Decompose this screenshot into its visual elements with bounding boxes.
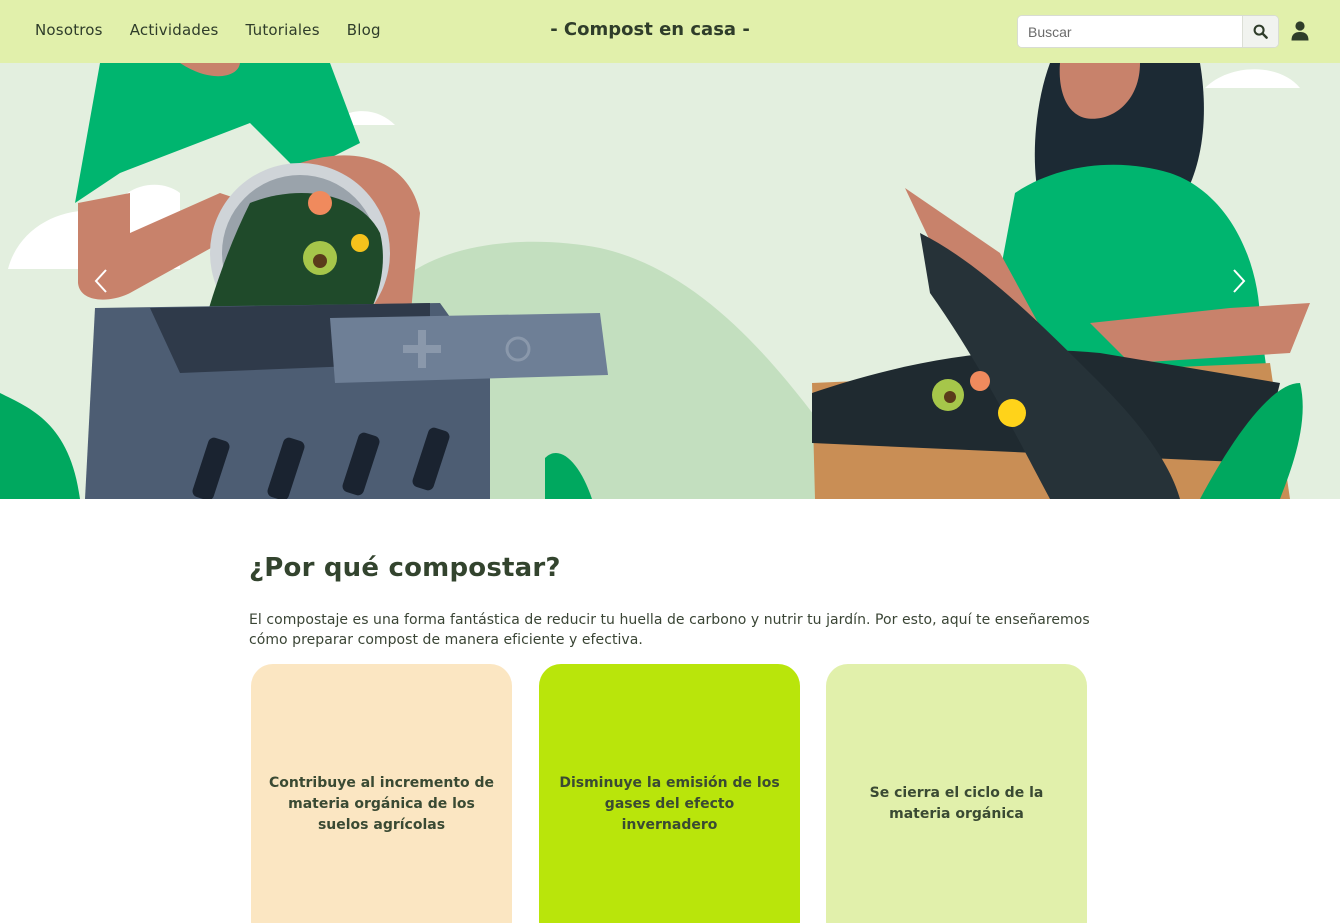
user-icon — [1291, 21, 1309, 41]
section-intro: El compostaje es una forma fantástica de… — [249, 612, 1090, 648]
carousel-prev-button[interactable] — [86, 263, 116, 299]
benefit-card: Disminuye la emisión de los gases del ef… — [539, 664, 800, 923]
nav-links: Nosotros Actividades Tutoriales Blog — [35, 21, 408, 39]
nav-link-blog[interactable]: Blog — [347, 21, 381, 39]
nav-link-actividades[interactable]: Actividades — [130, 21, 219, 39]
nav-link-tutoriales[interactable]: Tutoriales — [246, 21, 320, 39]
benefit-card: Contribuye al incremento de materia orgá… — [251, 664, 512, 923]
site-brand[interactable]: - Compost en casa - — [500, 19, 800, 40]
hero-illustration — [0, 63, 1310, 499]
user-account-button[interactable] — [1289, 20, 1311, 42]
chevron-left-icon — [94, 269, 107, 293]
search-icon — [1253, 24, 1268, 39]
benefit-card-text: Disminuye la emisión de los gases del ef… — [559, 774, 780, 833]
hero-carousel — [0, 63, 1340, 499]
search-input[interactable] — [1018, 16, 1242, 47]
search-button[interactable] — [1242, 16, 1278, 47]
carousel-next-button[interactable] — [1224, 263, 1254, 299]
chevron-right-icon — [1233, 269, 1246, 293]
nav-link-nosotros[interactable]: Nosotros — [35, 21, 103, 39]
section-title: ¿Por qué compostar? — [249, 553, 561, 583]
navbar: Nosotros Actividades Tutoriales Blog - C… — [0, 0, 1340, 63]
benefit-card-text: Contribuye al incremento de materia orgá… — [268, 774, 495, 833]
search-form — [1017, 15, 1279, 48]
benefit-card-text: Se cierra el ciclo de la materia orgánic… — [869, 785, 1044, 822]
benefit-card: Se cierra el ciclo de la materia orgánic… — [826, 664, 1087, 923]
